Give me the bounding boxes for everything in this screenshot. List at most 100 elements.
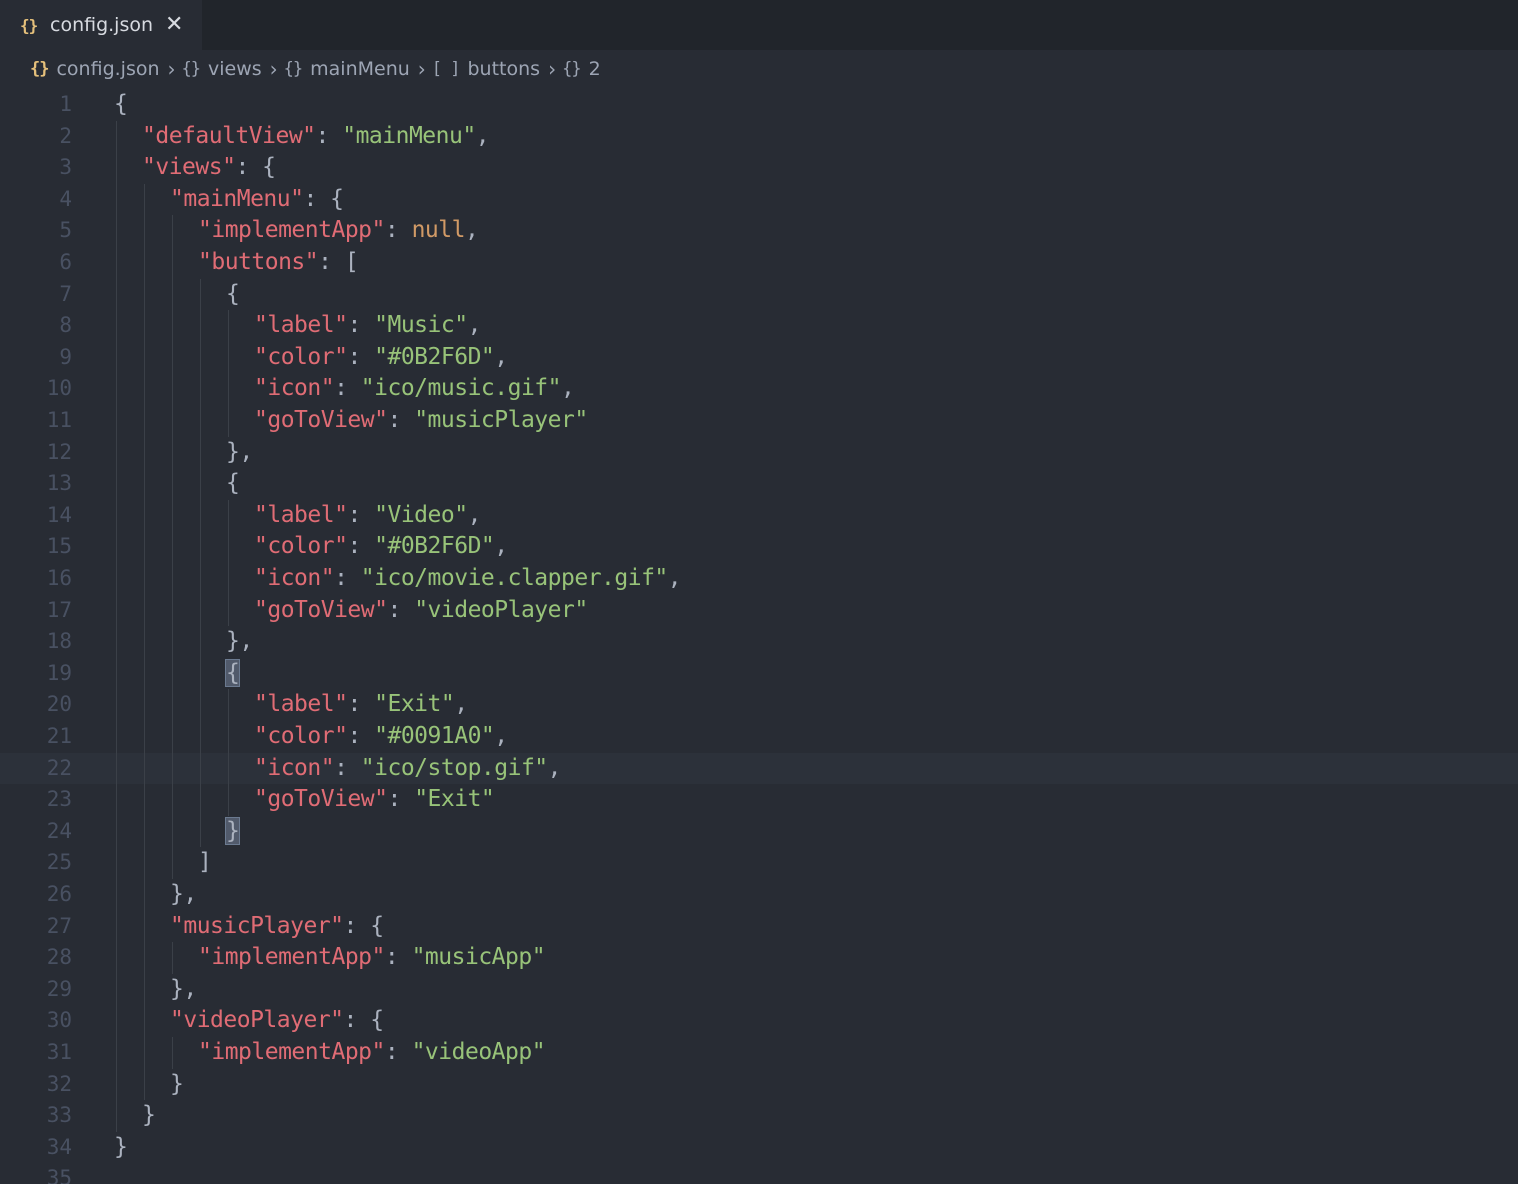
code-line[interactable]: 12}, [0, 437, 1518, 469]
code-text: } [142, 1100, 156, 1132]
indent-guide [228, 689, 229, 816]
json-key: "label" [254, 501, 348, 528]
breadcrumb-item-file[interactable]: {} config.json [30, 58, 160, 80]
json-punctuation: { [226, 280, 240, 307]
json-punctuation: : [384, 217, 412, 244]
json-string: "ico/movie.clapper.gif" [360, 565, 669, 591]
line-number: 24 [46, 818, 72, 843]
json-key: "implementApp" [198, 217, 385, 244]
code-text: "color": "#0B2F6D", [254, 342, 508, 374]
code-line[interactable]: 29}, [0, 974, 1518, 1006]
code-line[interactable]: 7{ [0, 279, 1518, 311]
line-number: 33 [46, 1103, 72, 1128]
code-line[interactable]: 25] [0, 847, 1518, 879]
code-text: }, [170, 974, 197, 1006]
breadcrumb-item-buttons[interactable]: [ ] buttons [432, 58, 540, 80]
line-number: 23 [46, 787, 72, 812]
code-text: "label": "Music", [254, 310, 481, 342]
json-punctuation: } [142, 1102, 156, 1129]
code-line[interactable]: 1{ [0, 89, 1518, 121]
json-key: "color" [254, 533, 348, 560]
code-line[interactable]: 31 "implementApp": "videoApp" [0, 1037, 1518, 1069]
json-punctuation: , [667, 565, 682, 591]
line-number: 3 [59, 155, 72, 180]
json-punctuation: : { [303, 185, 344, 212]
code-text: "goToView": "Exit" [254, 784, 495, 816]
code-line[interactable]: 18}, [0, 626, 1518, 658]
code-line[interactable]: 27 "musicPlayer": { [0, 911, 1518, 943]
json-string: "ico/stop.gif" [360, 754, 548, 781]
code-text: "icon": "ico/stop.gif", [254, 753, 562, 785]
code-line[interactable]: 35 [0, 1163, 1518, 1184]
json-punctuation: : { [343, 912, 385, 939]
json-punctuation: , [494, 723, 508, 749]
code-text: }, [170, 879, 197, 911]
code-text: "implementApp": "videoApp" [198, 1037, 546, 1069]
json-punctuation: }, [170, 881, 197, 907]
indent-guide [172, 1037, 173, 1069]
line-number: 13 [46, 471, 72, 496]
json-punctuation: { [226, 470, 240, 497]
code-line[interactable]: 26}, [0, 879, 1518, 911]
code-line[interactable]: 6 "buttons": [ [0, 247, 1518, 279]
line-number: 7 [59, 281, 72, 306]
json-string: "musicPlayer" [414, 407, 588, 433]
json-key: "videoPlayer" [170, 1007, 344, 1034]
code-text: } [114, 1132, 128, 1164]
code-line[interactable]: 13 { [0, 468, 1518, 500]
indent-guide [172, 215, 173, 879]
tab-config-json[interactable]: {} config.json ✕ [0, 0, 202, 50]
json-punctuation: : [347, 343, 375, 370]
code-text: "goToView": "musicPlayer" [254, 405, 588, 437]
code-line[interactable]: 33} [0, 1100, 1518, 1132]
json-punctuation: } [114, 1133, 128, 1160]
code-line[interactable]: 5 "implementApp": null, [0, 215, 1518, 247]
object-icon: {} [283, 59, 304, 79]
code-line[interactable]: 24} [0, 816, 1518, 848]
json-punctuation: , [467, 501, 482, 528]
code-line[interactable]: 4 "mainMenu": { [0, 184, 1518, 216]
code-line[interactable]: 28 "implementApp": "musicApp" [0, 942, 1518, 974]
json-key: "icon" [254, 565, 335, 591]
breadcrumb-item-index[interactable]: {} 2 [562, 58, 601, 80]
line-number: 21 [46, 724, 72, 748]
code-line[interactable]: 32} [0, 1069, 1518, 1101]
line-number: 22 [46, 755, 72, 780]
json-key: "icon" [254, 754, 335, 781]
line-number: 25 [46, 850, 72, 875]
json-punctuation: : [315, 122, 343, 149]
json-punctuation: : { [343, 1007, 385, 1034]
json-punctuation: : [384, 1039, 412, 1065]
bracket-match: } [224, 816, 241, 845]
object-icon: {} [562, 59, 582, 79]
code-text: { [224, 658, 241, 690]
code-line[interactable]: 30 "videoPlayer": { [0, 1005, 1518, 1037]
code-text: "implementApp": null, [198, 215, 479, 247]
indent-guide [228, 499, 229, 627]
breadcrumb-item-views[interactable]: {} views [182, 58, 262, 80]
json-punctuation: ] [198, 849, 212, 876]
json-punctuation: : [384, 944, 412, 971]
json-punctuation: : [387, 786, 415, 813]
json-string: "videoPlayer" [414, 596, 588, 623]
code-line[interactable]: 19 { [0, 658, 1518, 690]
breadcrumb-item-mainmenu[interactable]: {} mainMenu [284, 58, 410, 80]
json-punctuation: : [387, 596, 415, 623]
json-punctuation: } [170, 1070, 184, 1097]
chevron-right-icon: › [167, 57, 176, 81]
line-number: 8 [59, 313, 72, 338]
line-number: 14 [46, 502, 72, 527]
code-text: "color": "#0B2F6D", [254, 531, 508, 563]
json-punctuation: : [347, 501, 375, 528]
json-key: "implementApp" [198, 1039, 385, 1065]
code-line[interactable]: 2 "defaultView": "mainMenu", [0, 121, 1518, 153]
code-editor[interactable]: 1{2 "defaultView": "mainMenu", 3 "views": {… [0, 87, 1518, 1184]
indent-guide [228, 310, 229, 437]
code-line[interactable]: 3 "views": { [0, 152, 1518, 184]
bracket-match: { [224, 658, 241, 687]
indent-guide [144, 183, 145, 1101]
line-number: 17 [46, 597, 72, 622]
code-text: "implementApp": "musicApp" [198, 942, 546, 974]
close-icon[interactable]: ✕ [165, 14, 183, 36]
code-line[interactable]: 34} [0, 1132, 1518, 1164]
